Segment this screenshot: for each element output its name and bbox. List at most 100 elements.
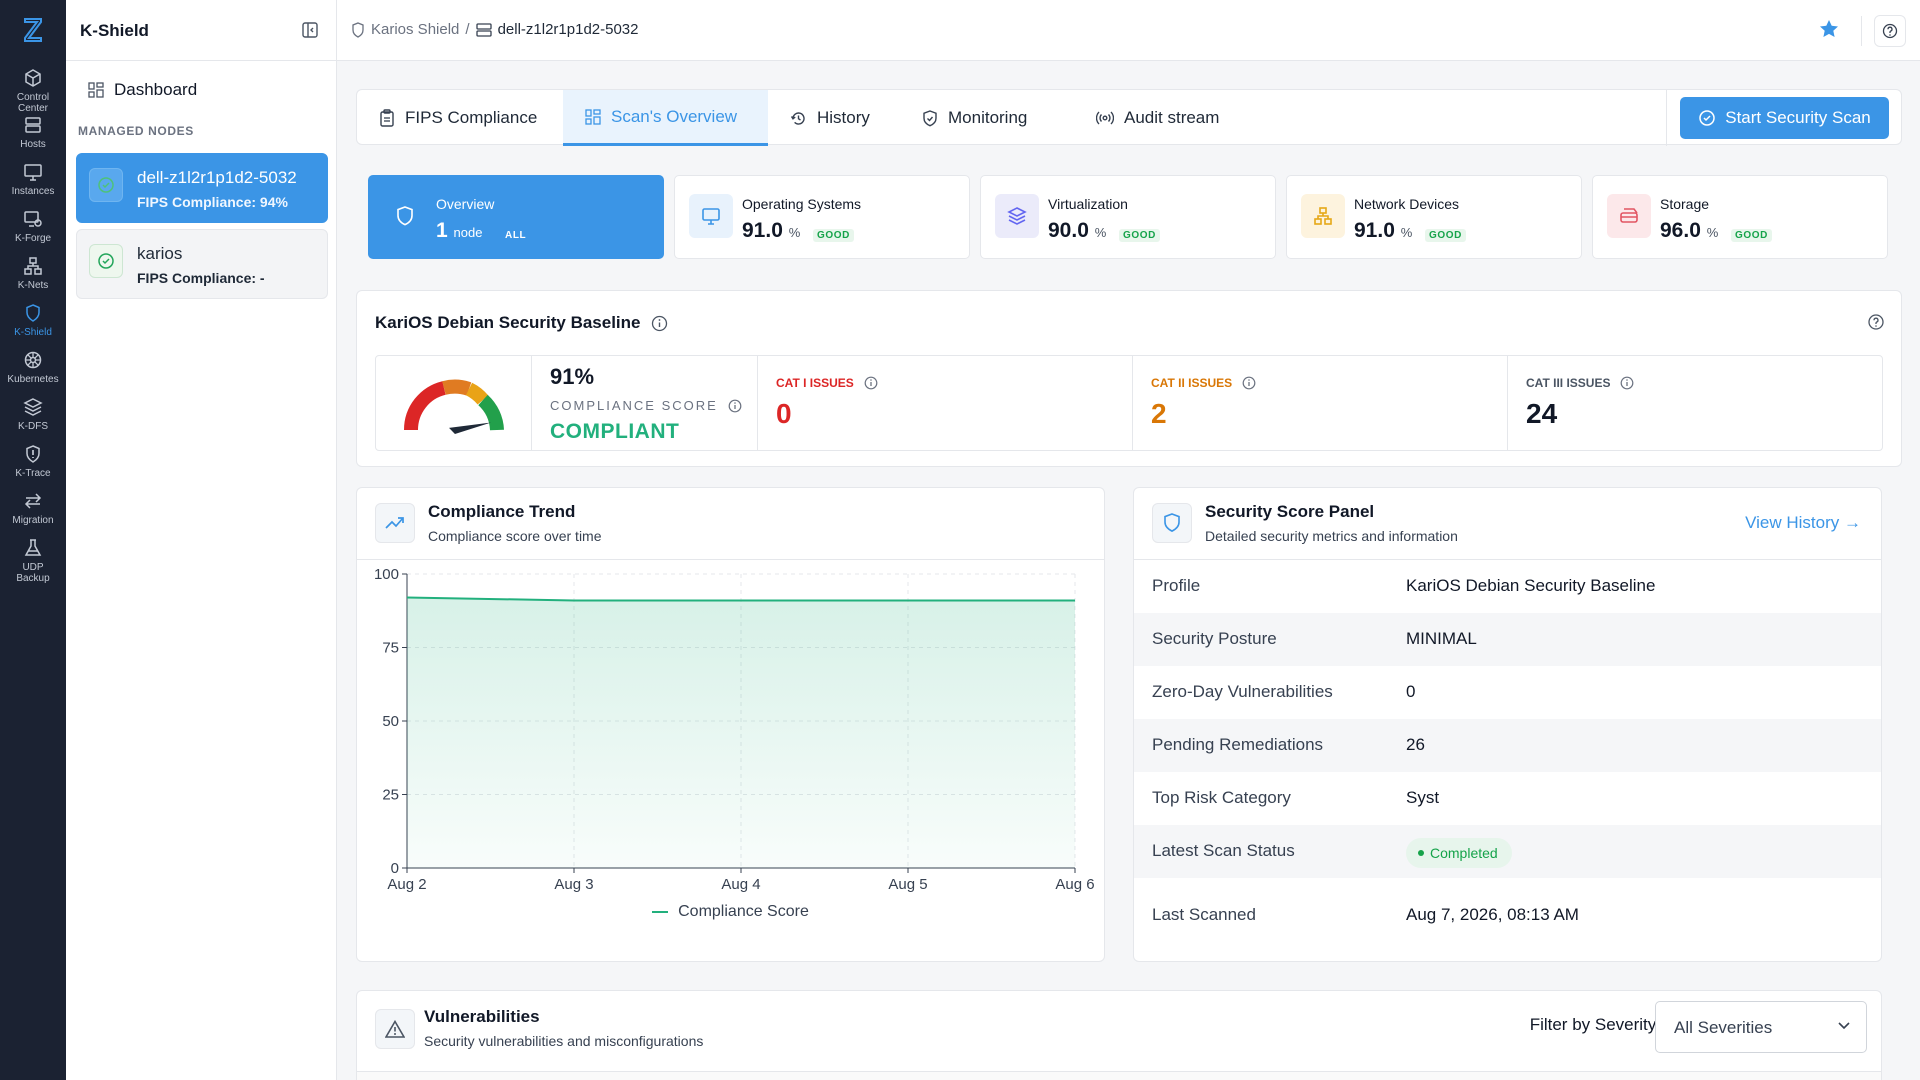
trending-up-icon xyxy=(375,503,415,543)
server-icon xyxy=(25,117,41,133)
rail-item-label: K-DFS xyxy=(18,421,48,432)
tab-bar: FIPS Compliance Scan's Overview History … xyxy=(356,89,1902,146)
severity-filter-select[interactable]: All Severities xyxy=(1655,1001,1867,1053)
status-badge: GOOD xyxy=(813,229,854,242)
node-item-dell[interactable]: dell-z1l2r1p1d2-5032 FIPS Compliance: 94… xyxy=(76,153,328,223)
sidebar-title: K-Shield xyxy=(80,21,149,40)
legend-swatch xyxy=(652,911,669,913)
rail-item-udp-backup[interactable]: UDP Backup xyxy=(0,538,66,584)
layers-icon xyxy=(23,398,43,416)
sidebar-item-dashboard[interactable]: Dashboard xyxy=(88,80,197,100)
info-icon[interactable] xyxy=(728,399,742,413)
rail-item-kubernetes[interactable]: Kubernetes xyxy=(0,350,66,385)
start-security-scan-button[interactable]: Start Security Scan xyxy=(1680,97,1889,139)
rail-item-instances[interactable]: Instances xyxy=(0,162,66,197)
view-history-link[interactable]: View History → xyxy=(1745,513,1861,533)
stat-label: Operating Systems xyxy=(742,196,862,212)
rail-item-k-dfs[interactable]: K-DFS xyxy=(0,397,66,432)
broadcast-icon xyxy=(1096,111,1114,125)
score-row-key: Zero-Day Vulnerabilities xyxy=(1152,682,1333,701)
check-circle-icon xyxy=(1699,110,1715,126)
stat-value: 91.0 % xyxy=(742,219,801,242)
tab-monitoring[interactable]: Monitoring xyxy=(900,90,1049,146)
node-compliance: FIPS Compliance: 94% xyxy=(137,194,288,210)
overview-card[interactable]: Overview 1 node ALL xyxy=(368,175,664,259)
score-row-value: Syst xyxy=(1406,788,1440,807)
divider xyxy=(1861,16,1862,46)
node-item-karios[interactable]: karios FIPS Compliance: - xyxy=(76,229,328,299)
vulnerabilities-panel: Vulnerabilities Security vulnerabilities… xyxy=(356,990,1882,1080)
panel-title: Security Score Panel xyxy=(1205,502,1375,521)
rail-item-k-trace[interactable]: K-Trace xyxy=(0,444,66,479)
network-devices-card[interactable]: Network Devices 91.0 % GOOD xyxy=(1286,175,1582,259)
sidebar-item-label: Dashboard xyxy=(114,80,198,99)
tab-label: FIPS Compliance xyxy=(405,108,538,127)
panel-subtitle: Detailed security metrics and informatio… xyxy=(1205,528,1458,544)
y-tick-label: 75 xyxy=(382,640,399,657)
baseline-title: KariOS Debian Security Baseline xyxy=(375,313,668,333)
info-icon[interactable] xyxy=(1620,376,1634,390)
operating-systems-card[interactable]: Operating Systems 91.0 % GOOD xyxy=(674,175,970,259)
info-icon[interactable] xyxy=(864,376,878,390)
rail-item-label: Instances xyxy=(11,186,55,197)
node-name: dell-z1l2r1p1d2-5032 xyxy=(137,168,297,187)
series-area xyxy=(407,597,1075,868)
rail-item-hosts[interactable]: Hosts xyxy=(0,115,66,150)
rail-item-label: Backup xyxy=(16,573,50,584)
history-icon xyxy=(790,111,805,125)
rail-item-k-shield[interactable]: K-Shield xyxy=(0,303,66,338)
status-badge: GOOD xyxy=(1731,229,1772,242)
tab-fips-compliance[interactable]: FIPS Compliance xyxy=(357,90,563,146)
info-icon[interactable] xyxy=(651,315,668,332)
category-stats: Overview 1 node ALL Operating Systems 91.… xyxy=(356,171,1902,267)
breadcrumb-current: dell-z1l2r1p1d2-5032 xyxy=(497,21,639,38)
stat-value: 91.0 % xyxy=(1354,219,1413,242)
helm-icon xyxy=(24,351,42,369)
rail-item-label: Control xyxy=(16,92,50,103)
rail-item-k-forge[interactable]: K-Forge xyxy=(0,209,66,244)
clipboard-icon xyxy=(380,109,394,127)
help-icon[interactable] xyxy=(1874,15,1906,47)
rail-item-label: Center xyxy=(17,103,48,114)
network-icon xyxy=(24,257,42,275)
button-label: Start Security Scan xyxy=(1725,108,1871,127)
cat-issues-label: CAT I ISSUES xyxy=(776,376,878,390)
score-row-key: Profile xyxy=(1152,576,1201,595)
cat-issues-label: CAT III ISSUES xyxy=(1526,376,1634,390)
collapse-sidebar-icon[interactable] xyxy=(302,22,318,38)
status-badge: GOOD xyxy=(1119,229,1160,242)
rail-item-k-nets[interactable]: K-Nets xyxy=(0,256,66,291)
tab-label: Monitoring xyxy=(948,108,1028,127)
y-tick-label: 25 xyxy=(382,787,399,804)
rail-item-control-center[interactable]: Control Center xyxy=(0,68,66,114)
cat-3-issues-cell: CAT III ISSUES 24 xyxy=(1508,356,1883,450)
breadcrumb-root[interactable]: Karios Shield xyxy=(371,21,459,38)
y-tick-label: 100 xyxy=(374,566,399,583)
score-row-key: Last Scanned xyxy=(1152,905,1256,924)
baseline-metrics: 91% COMPLIANCE SCORE COMPLIANT CAT I ISS… xyxy=(375,355,1883,451)
app-logo-icon[interactable] xyxy=(19,16,47,44)
compliance-trend-chart: 0 25 50 75 100 Aug 2 Aug 3 Aug 4 Aug 5 Aug 6 xyxy=(374,566,1095,893)
storage-card[interactable]: Storage 96.0 % GOOD xyxy=(1592,175,1888,259)
tab-audit-stream[interactable]: Audit stream xyxy=(1074,90,1241,146)
status-badge: GOOD xyxy=(1425,229,1466,242)
info-icon[interactable] xyxy=(1242,376,1256,390)
breadcrumb-separator: / xyxy=(465,21,470,38)
sidebar: K-Shield Dashboard MANAGED NODES dell-z1… xyxy=(66,0,337,1080)
x-tick-label: Aug 4 xyxy=(721,876,760,893)
trace-icon xyxy=(26,445,40,463)
tab-history[interactable]: History xyxy=(768,90,892,146)
overview-value: 1 node xyxy=(436,219,483,242)
rail-item-migration[interactable]: Migration xyxy=(0,491,66,526)
divider xyxy=(1666,90,1667,146)
tab-scans-overview[interactable]: Scan's Overview xyxy=(563,90,768,146)
grid-icon xyxy=(88,82,104,98)
score-row-key: Top Risk Category xyxy=(1152,788,1291,807)
panel-title: Compliance Trend xyxy=(428,502,576,521)
tab-label: History xyxy=(817,108,870,127)
virtualization-card[interactable]: Virtualization 90.0 % GOOD xyxy=(980,175,1276,259)
star-icon[interactable] xyxy=(1818,18,1840,40)
compliance-score-label: COMPLIANCE SCORE xyxy=(550,398,742,413)
help-icon[interactable] xyxy=(1867,313,1885,331)
network-icon xyxy=(1301,194,1345,238)
